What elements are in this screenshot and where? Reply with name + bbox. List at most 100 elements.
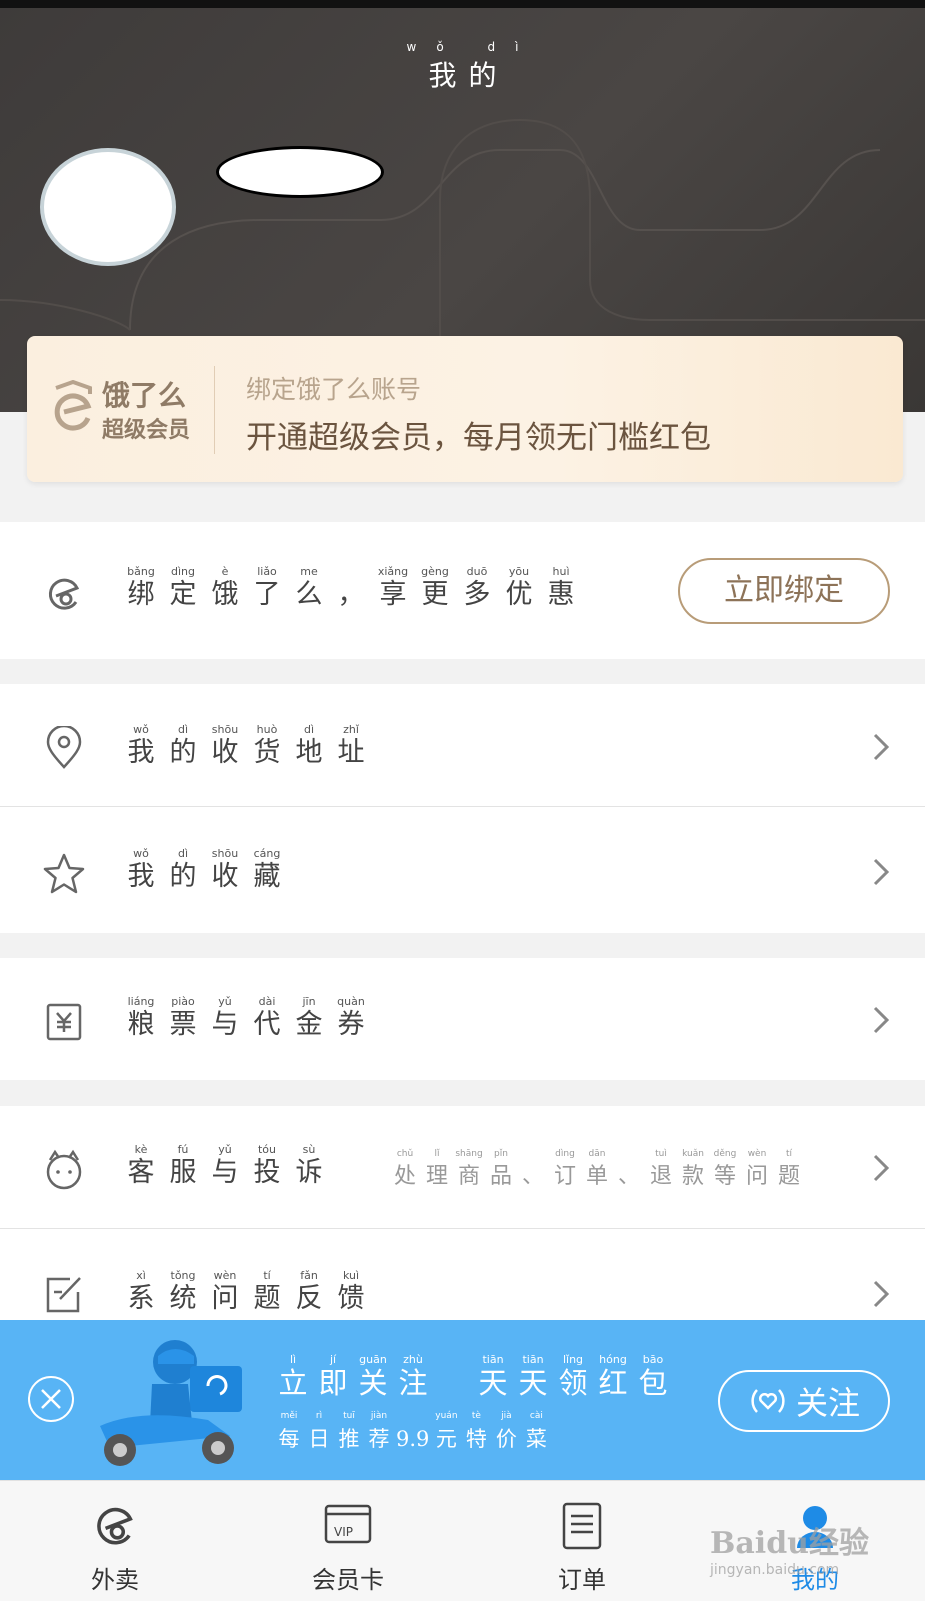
customer-service-hint: chǔ 处 lǐ 理 shāng 商 pǐn 品、 dìng 订 dān 单、 tuì 退 kuǎn 款 děn… [392, 1148, 802, 1194]
pinyin: yuán [435, 1411, 458, 1421]
username-redacted[interactable] [216, 146, 384, 198]
ruby-char: liǎo 了 [250, 566, 284, 612]
pinyin: zhǐ [343, 723, 359, 736]
tab-orders[interactable]: 订单 [522, 1500, 642, 1595]
hanzi: 收 [211, 737, 239, 768]
customer-service-label: kè 客 fú 服 yǔ 与 tóu 投 sù 诉 [124, 1144, 326, 1190]
pinyin: duō [466, 565, 488, 578]
delivery-rider-icon [100, 1340, 242, 1466]
pinyin: yōu [508, 565, 530, 578]
ruby-char: jí 即 [316, 1354, 350, 1401]
hanzi: 址 [337, 737, 365, 768]
hanzi: 代 [253, 1009, 281, 1040]
pinyin: quàn [337, 995, 365, 1008]
tab-vip-card[interactable]: VIP 会员卡 [288, 1500, 408, 1595]
pinyin: pǐn [494, 1149, 508, 1159]
page-title: wǒ dì 我的 [0, 40, 925, 94]
chevron-right-icon [873, 1280, 890, 1308]
hanzi: 荐 [368, 1427, 390, 1451]
hanzi: 题 [253, 1283, 281, 1314]
chevron-right-icon [873, 733, 890, 761]
pinyin: yǔ [218, 995, 232, 1008]
ruby-char: wǒ 我 [124, 848, 158, 894]
hanzi: 诉 [295, 1157, 323, 1188]
pinyin: dān [588, 1149, 606, 1159]
ruby-char: tuì 退 [648, 1148, 674, 1194]
hanzi: 饿 [211, 579, 239, 610]
hanzi: 么 [295, 579, 323, 610]
ruby-char: 、 [616, 1148, 642, 1194]
pinyin: è [221, 565, 229, 578]
ruby-char: fǎn 反 [292, 1270, 326, 1316]
ruby-char: quàn 券 [334, 996, 368, 1042]
ruby-char: dān 单 [584, 1148, 610, 1194]
pinyin: fú [177, 1143, 189, 1156]
address-label: wǒ 我 dì 的 shōu 收 huò 货 dì 地 zhǐ 址 [124, 724, 368, 770]
pinyin: tè [471, 1411, 481, 1421]
ruby-char: 9.9 [396, 1410, 429, 1456]
feedback-label: xì 系 tǒng 统 wèn 问 tí 题 fǎn 反 kuì 馈 [124, 1270, 368, 1316]
ruby-char: zhǐ 址 [334, 724, 368, 770]
ruby-char: wèn 问 [208, 1270, 242, 1316]
pinyin: wèn [747, 1149, 767, 1159]
promo-text: 开通超级会员，每月领无门槛红包 [246, 420, 711, 456]
ruby-char: tí 题 [776, 1148, 802, 1194]
ruby-char: huì 惠 [544, 566, 578, 612]
pinyin: shāng [455, 1149, 483, 1159]
pinyin: dì [177, 847, 189, 860]
ruby-char: chǔ 处 [392, 1148, 418, 1194]
hanzi: 天 [478, 1366, 508, 1400]
pinyin: xiǎng [377, 565, 409, 578]
tab-takeout[interactable]: 外卖 [55, 1500, 175, 1595]
follow-headline: lì 立 jí 即 guān 关 zhù 注 tiān 天 tiān 天 lǐng 领 hóng 红 bāo 包 [276, 1353, 670, 1401]
ruby-char [436, 1354, 470, 1400]
hanzi: 优 [505, 579, 533, 610]
follow-button[interactable]: 关注 [718, 1370, 890, 1432]
follow-button-label: 关注 [795, 1384, 860, 1422]
ruby-char: tè 特 [463, 1410, 489, 1456]
ruby-char: liáng 粮 [124, 996, 158, 1042]
favorites-label: wǒ 我 dì 的 shōu 收 cáng 藏 [124, 848, 284, 894]
hanzi: 统 [169, 1283, 197, 1314]
pinyin: tuī [343, 1411, 355, 1421]
bind-now-button[interactable]: 立即绑定 [678, 558, 890, 624]
hanzi: 日 [308, 1427, 330, 1451]
pinyin: gèng [421, 565, 449, 578]
hanzi: 即 [318, 1366, 348, 1400]
hanzi: 收 [211, 861, 239, 892]
eleme-icon [97, 1507, 133, 1545]
ruby-char: kuì 馈 [334, 1270, 368, 1316]
ruby-char: dài 代 [250, 996, 284, 1042]
chevron-right-icon [873, 1006, 890, 1034]
pinyin: jiàn [370, 1411, 388, 1421]
banner-divider [214, 366, 215, 454]
pinyin: tiān [522, 1353, 544, 1366]
ruby-char: pǐn 品 [488, 1148, 514, 1194]
pinyin: dìng [171, 565, 195, 578]
ruby-char: piào 票 [166, 996, 200, 1042]
hanzi: 我 [127, 737, 155, 768]
pinyin: wǒ [133, 847, 149, 860]
hanzi: 特 [465, 1427, 487, 1451]
tab-label: 订单 [558, 1566, 606, 1594]
hanzi: 馈 [337, 1283, 365, 1314]
hanzi: 票 [169, 1009, 197, 1040]
hanzi: 粮 [127, 1009, 155, 1040]
hanzi: 菜 [525, 1427, 547, 1451]
star-icon [43, 853, 85, 894]
ruby-char: wèn 问 [744, 1148, 770, 1194]
close-circle-icon[interactable] [28, 1376, 74, 1422]
pinyin: huò [256, 723, 278, 736]
pinyin: tí [785, 1149, 793, 1159]
ruby-char: guān 关 [356, 1354, 390, 1401]
ruby-char: yǔ 与 [208, 996, 242, 1042]
hanzi: 包 [638, 1366, 668, 1400]
hanzi: ， [337, 579, 365, 610]
ruby-char: duō 多 [460, 566, 494, 612]
pinyin: zhù [403, 1353, 423, 1366]
hanzi: 款 [681, 1164, 704, 1189]
pinyin: xì [136, 1269, 146, 1282]
hanzi: 定 [169, 579, 197, 610]
avatar[interactable] [40, 148, 176, 266]
ruby-char: jīn 金 [292, 996, 326, 1042]
